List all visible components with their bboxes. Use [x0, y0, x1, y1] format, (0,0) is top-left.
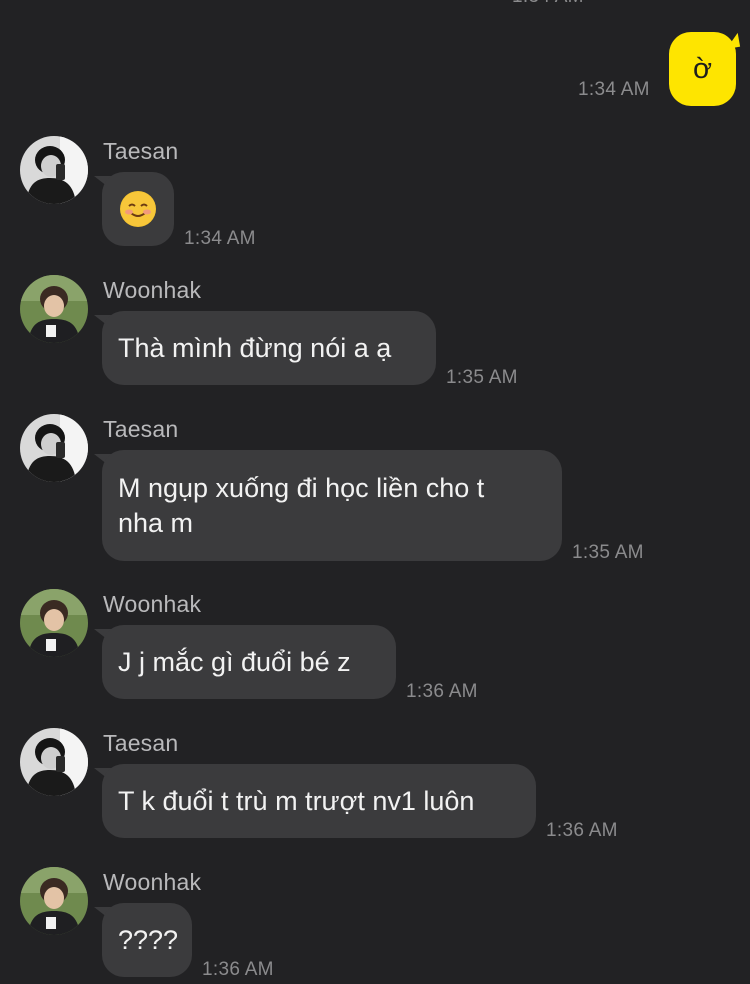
- taesan-avatar-photo: [20, 136, 88, 204]
- message-text: Thà mình đừng nói a ạ: [118, 332, 392, 363]
- taesan-avatar-photo: [20, 728, 88, 796]
- woonhak-avatar-photo: [20, 275, 88, 343]
- message-text: ????: [118, 924, 179, 955]
- outgoing-timestamp: 1:34 AM: [578, 79, 650, 100]
- message-bubble[interactable]: T k đuổi t trù m trượt nv1 luôn: [102, 764, 536, 838]
- woonhak-avatar[interactable]: [20, 589, 88, 657]
- message-bubble[interactable]: Thà mình đừng nói a ạ: [102, 311, 436, 385]
- outgoing-message-text: ờ: [692, 52, 713, 85]
- message-text-line-1: M ngụp xuống đi học liền cho t: [118, 473, 485, 503]
- message-timestamp: 1:36 AM: [546, 820, 618, 841]
- message-timestamp: 1:36 AM: [406, 681, 478, 702]
- message-text-line-2: nha m: [118, 508, 194, 538]
- message-timestamp: 1:35 AM: [572, 542, 644, 563]
- sender-name: Woonhak: [103, 869, 202, 895]
- message-text: J j mắc gì đuổi bé z: [118, 646, 351, 677]
- taesan-avatar[interactable]: [20, 414, 88, 482]
- message-timestamp: 1:36 AM: [202, 959, 274, 980]
- message-bubble[interactable]: M ngụp xuống đi học liền cho t nha m: [102, 450, 562, 561]
- message-bubble[interactable]: ????: [102, 903, 192, 977]
- woonhak-avatar-photo: [20, 867, 88, 935]
- message-timestamp: 1:34 AM: [184, 228, 256, 249]
- woonhak-avatar-photo: [20, 589, 88, 657]
- message-bubble[interactable]: ☺️: [102, 172, 174, 246]
- top-timestamp-partial: 1:34 AM: [512, 0, 584, 8]
- sender-name: Woonhak: [103, 591, 202, 617]
- taesan-avatar-photo: [20, 414, 88, 482]
- message-timestamp: 1:35 AM: [446, 367, 518, 388]
- message-text: T k đuổi t trù m trượt nv1 luôn: [118, 785, 475, 816]
- sender-name: Woonhak: [103, 277, 202, 303]
- taesan-avatar[interactable]: [20, 728, 88, 796]
- taesan-avatar[interactable]: [20, 136, 88, 204]
- sender-name: Taesan: [103, 730, 179, 756]
- woonhak-avatar[interactable]: [20, 867, 88, 935]
- woonhak-avatar[interactable]: [20, 275, 88, 343]
- sender-name: Taesan: [103, 416, 179, 442]
- message-bubble[interactable]: J j mắc gì đuổi bé z: [102, 625, 396, 699]
- smiling-face-emoji-icon: [120, 191, 156, 227]
- outgoing-message-bubble[interactable]: ờ: [669, 32, 736, 106]
- sender-name: Taesan: [103, 138, 179, 164]
